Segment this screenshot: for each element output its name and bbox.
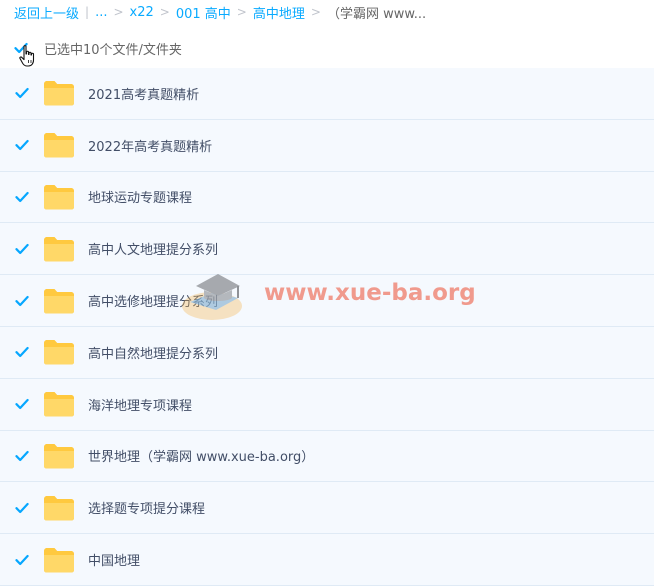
file-name[interactable]: 高中人文地理提分系列 xyxy=(88,239,218,258)
selection-count-label: 已选中10个文件/文件夹 xyxy=(44,42,182,58)
file-list: 2021高考真题精析 2022年高考真题精析 地球运动专题课程高中人文地理提分系列高… xyxy=(0,68,654,586)
folder-icon xyxy=(43,80,75,106)
breadcrumb-current: （学霸网 www... xyxy=(326,6,427,22)
row-checkbox[interactable] xyxy=(15,501,29,515)
file-row[interactable]: 地球运动专题课程 xyxy=(0,171,654,224)
file-name[interactable]: 2022年高考真题精析 xyxy=(88,136,212,155)
breadcrumb-chevron-icon: > xyxy=(113,5,124,19)
file-row[interactable]: 选择题专项提分课程 xyxy=(0,482,654,535)
breadcrumb-chevron-icon: > xyxy=(310,5,321,19)
file-row[interactable]: 高中人文地理提分系列 xyxy=(0,223,654,276)
folder-icon xyxy=(43,288,75,314)
file-row[interactable]: 2021高考真题精析 xyxy=(0,68,654,120)
row-checkbox[interactable] xyxy=(15,138,29,152)
file-name[interactable]: 地球运动专题课程 xyxy=(88,187,192,206)
file-row[interactable]: 世界地理（学霸网 www.xue-ba.org） xyxy=(0,430,654,483)
file-name[interactable]: 高中选修地理提分系列 xyxy=(88,291,218,310)
folder-icon xyxy=(43,443,75,469)
file-name[interactable]: 世界地理（学霸网 www.xue-ba.org） xyxy=(88,446,314,465)
breadcrumb-item-001[interactable]: 001 高中 xyxy=(176,3,231,22)
select-all-bar: 已选中10个文件/文件夹 xyxy=(14,36,654,60)
file-name[interactable]: 选择题专项提分课程 xyxy=(88,498,205,517)
row-checkbox[interactable] xyxy=(15,242,29,256)
folder-icon xyxy=(43,339,75,365)
folder-icon xyxy=(43,236,75,262)
row-checkbox[interactable] xyxy=(15,345,29,359)
file-name[interactable]: 2021高考真题精析 xyxy=(88,84,199,103)
file-name[interactable]: 高中自然地理提分系列 xyxy=(88,343,218,362)
file-row[interactable]: 高中选修地理提分系列 xyxy=(0,275,654,327)
folder-icon xyxy=(43,495,75,521)
breadcrumb-back-link[interactable]: 返回上一级 xyxy=(14,3,79,22)
row-checkbox[interactable] xyxy=(15,449,29,463)
file-row[interactable]: 中国地理 xyxy=(0,534,654,586)
file-row[interactable]: 海洋地理专项课程 xyxy=(0,378,654,431)
select-all-checkbox[interactable] xyxy=(14,41,28,55)
file-name[interactable]: 海洋地理专项课程 xyxy=(88,395,192,414)
breadcrumb: 返回上一级 | ... > x22 > 001 高中 > 高中地理 > （学霸网… xyxy=(14,3,427,22)
folder-icon xyxy=(43,391,75,417)
folder-icon xyxy=(43,132,75,158)
breadcrumb-item-x22[interactable]: x22 xyxy=(130,5,154,20)
row-checkbox[interactable] xyxy=(15,190,29,204)
row-checkbox[interactable] xyxy=(15,294,29,308)
breadcrumb-separator: | xyxy=(85,5,90,19)
file-row[interactable]: 高中自然地理提分系列 xyxy=(0,326,654,379)
folder-icon xyxy=(43,547,75,573)
breadcrumb-item-geography[interactable]: 高中地理 xyxy=(253,3,305,22)
file-name[interactable]: 中国地理 xyxy=(88,550,140,569)
breadcrumb-ellipsis[interactable]: ... xyxy=(95,5,107,20)
file-row[interactable]: 2022年高考真题精析 xyxy=(0,119,654,172)
folder-icon xyxy=(43,184,75,210)
row-checkbox[interactable] xyxy=(15,86,29,100)
breadcrumb-chevron-icon: > xyxy=(159,5,170,19)
row-checkbox[interactable] xyxy=(15,553,29,567)
breadcrumb-chevron-icon: > xyxy=(236,5,247,19)
row-checkbox[interactable] xyxy=(15,397,29,411)
